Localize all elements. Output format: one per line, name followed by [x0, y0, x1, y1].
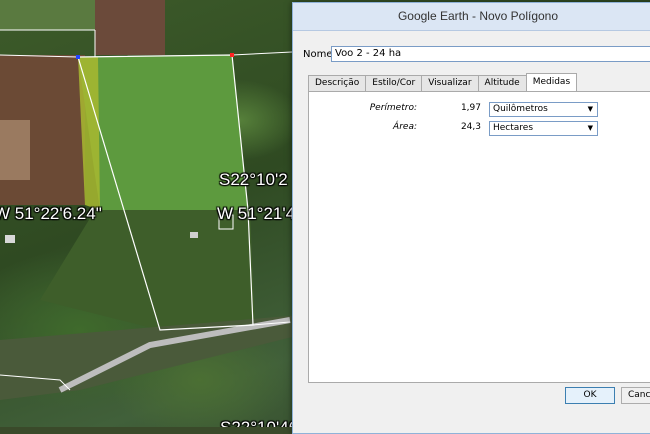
ok-button[interactable]: OK [565, 387, 615, 404]
field-light-patch [0, 120, 30, 180]
area-unit-value: Hectares [493, 123, 534, 133]
area-unit-select[interactable]: Hectares ▼ [489, 121, 598, 136]
area-label: Área: [393, 122, 417, 132]
field-top-strip [95, 0, 165, 55]
tab-medidas[interactable]: Medidas [525, 73, 578, 91]
perimeter-value: 1,97 [460, 103, 481, 113]
tab-visualizar[interactable]: Visualizar [421, 75, 479, 91]
building [190, 232, 198, 238]
area-row: Área: 24,3 Hectares ▼ [309, 121, 650, 136]
tab-altitude[interactable]: Altitude [477, 75, 527, 91]
perimeter-label: Perímetro: [369, 103, 417, 113]
field-top-left [0, 0, 100, 30]
new-polygon-dialog: Google Earth - Novo Polígono Nome: Voo 2… [292, 2, 650, 434]
coordinate-label: S22°10'2 [219, 170, 288, 189]
coordinate-label: W 51°21'4 [217, 204, 296, 223]
perimeter-unit-value: Quilômetros [493, 104, 548, 114]
boundary-line [231, 51, 293, 56]
vertex-marker[interactable] [230, 53, 234, 57]
perimeter-unit-select[interactable]: Quilômetros ▼ [489, 102, 598, 117]
tab-descricao[interactable]: Descrição [308, 75, 367, 91]
field-dark [40, 210, 255, 330]
cancel-button[interactable]: Cance [621, 387, 650, 404]
perimeter-row: Perímetro: 1,97 Quilômetros ▼ [309, 102, 650, 117]
vertex-marker[interactable] [76, 55, 80, 59]
name-input[interactable]: Voo 2 - 24 ha [331, 46, 650, 62]
dialog-title[interactable]: Google Earth - Novo Polígono [293, 3, 650, 31]
coordinate-label: W 51°22'6.24" [0, 204, 102, 223]
tab-bar: Descrição Estilo/Cor Visualizar Altitude… [308, 73, 578, 91]
tab-estilo-cor[interactable]: Estilo/Cor [365, 75, 423, 91]
measures-panel: Perímetro: 1,97 Quilômetros ▼ Área: 24,3… [308, 91, 650, 383]
building [5, 235, 15, 243]
chevron-down-icon: ▼ [587, 105, 593, 113]
area-value: 24,3 [460, 122, 481, 132]
chevron-down-icon: ▼ [587, 124, 593, 132]
